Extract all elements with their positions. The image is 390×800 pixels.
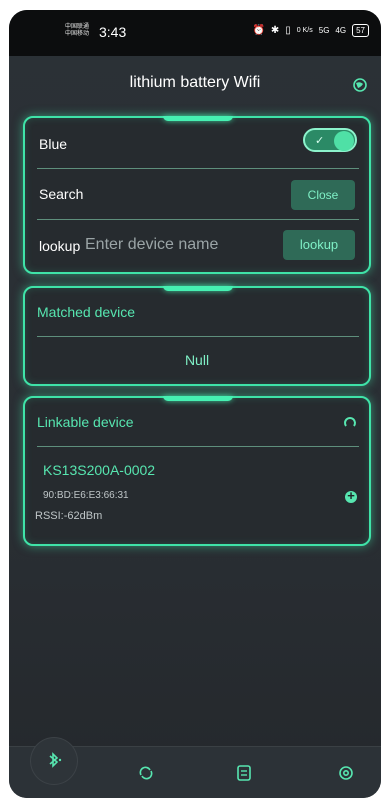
status-bar: 中国联通 中国移动 3:43 ⏰ ✱ ▯ 0 K/s 5G 4G 57 (9, 10, 381, 56)
device-name-input[interactable]: Enter device name (85, 236, 218, 254)
app-screen: 中国联通 中国移动 3:43 ⏰ ✱ ▯ 0 K/s 5G 4G 57 lith… (9, 10, 381, 798)
close-button[interactable]: Close (291, 180, 355, 210)
lookup-label: lookup (39, 238, 81, 254)
divider (37, 446, 359, 447)
blue-label: Blue (39, 136, 68, 152)
signal-5g: 5G (318, 26, 330, 35)
alarm-icon: ⏰ (252, 25, 265, 36)
vibrate-icon: ▯ (285, 25, 291, 36)
linkable-device-card: Linkable device KS13S200A-0002 90:BD:E6:… (23, 396, 371, 546)
net-speed: 0 K/s (296, 27, 313, 34)
empty-state-text: Null (184, 352, 210, 368)
divider (37, 336, 359, 337)
lookup-button[interactable]: lookup (283, 230, 355, 260)
document-icon[interactable] (235, 764, 253, 782)
search-label: Search (39, 186, 84, 202)
toggle-knob (334, 131, 354, 151)
device-name: KS13S200A-0002 (43, 462, 156, 478)
globe-icon[interactable] (353, 78, 367, 92)
divider (37, 219, 359, 220)
title-bar: lithium battery Wifi (9, 56, 381, 112)
settings-icon[interactable] (337, 764, 355, 782)
bluetooth-status-icon: ✱ (270, 25, 280, 36)
carrier-names: 中国联通 中国移动 (65, 24, 89, 38)
status-icons: ⏰ ✱ ▯ 0 K/s 5G 4G 57 (252, 24, 369, 37)
signal-4g: 4G (335, 26, 347, 35)
clock: 3:43 (99, 24, 127, 40)
refresh-icon[interactable] (137, 764, 155, 782)
card-notch (163, 396, 233, 401)
carrier-1: 中国联通 (65, 24, 90, 30)
phone-frame: 中国联通 中国移动 3:43 ⏰ ✱ ▯ 0 K/s 5G 4G 57 lith… (0, 0, 390, 800)
refresh-icon[interactable] (343, 416, 357, 430)
battery-icon: 57 (352, 24, 369, 37)
bluetooth-icon[interactable] (45, 751, 63, 769)
device-mac: 90:BD:E6:E3:66:31 (43, 490, 129, 501)
card-notch (163, 116, 233, 121)
linkable-device-title: Linkable device (37, 414, 134, 430)
bluetooth-toggle[interactable]: ✓ (303, 128, 357, 152)
carrier-2: 中国移动 (65, 31, 90, 37)
divider (37, 168, 359, 169)
matched-device-title: Matched device (37, 304, 136, 320)
device-rssi: RSSI:-62dBm (35, 510, 103, 522)
page-title: lithium battery Wifi (129, 74, 261, 91)
check-icon: ✓ (315, 135, 325, 147)
control-card: Blue ✓ Search Close lookup Enter device … (23, 116, 371, 274)
add-device-icon[interactable] (345, 488, 357, 503)
card-notch (163, 286, 233, 291)
matched-device-card: Matched device Null (23, 286, 371, 386)
